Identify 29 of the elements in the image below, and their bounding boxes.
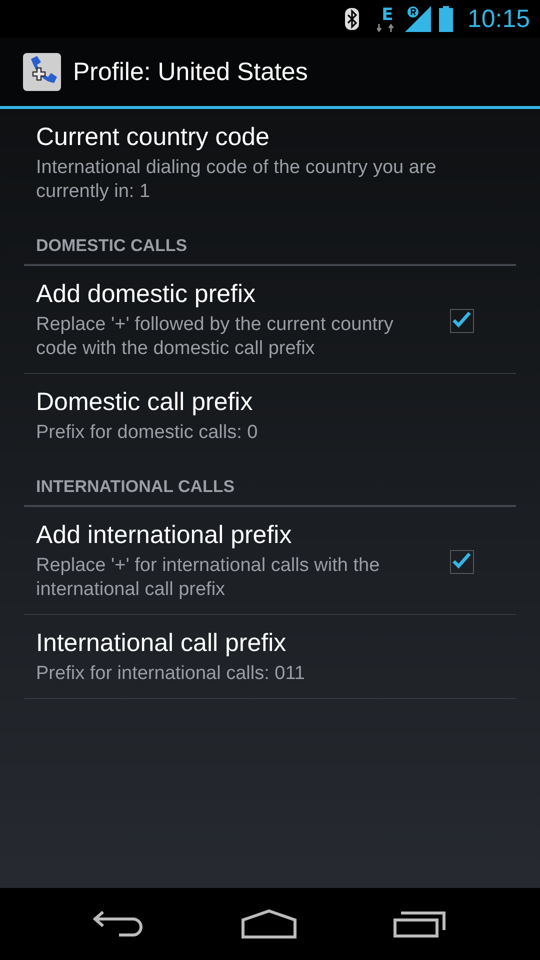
preference-row[interactable]: Add domestic prefix Replace '+' followed by the current country code with the domestic call prefix <box>24 266 516 374</box>
preference-title: Add domestic prefix <box>36 280 257 309</box>
screen-title: Profile: United States <box>73 58 308 86</box>
preference-row[interactable]: Current country code International dialing code of the country you are currently in: 1 <box>24 109 516 216</box>
preference-row[interactable]: Domestic call prefix Prefix for domestic calls: 0 <box>24 374 516 457</box>
preference-title: International call prefix <box>36 629 288 658</box>
preference-summary: Prefix for international calls: 011 <box>36 662 306 686</box>
home-icon[interactable] <box>241 909 297 939</box>
signal-icon <box>405 6 432 32</box>
battery-icon <box>439 6 454 32</box>
checkbox[interactable] <box>450 308 474 332</box>
phone-plus-icon <box>23 53 61 91</box>
preference-title: Domestic call prefix <box>36 388 254 417</box>
back-icon[interactable] <box>93 910 145 938</box>
preference-title: Add international prefix <box>36 521 293 550</box>
category-header: INTERNATIONAL CALLS <box>24 457 516 507</box>
preference-summary: International dialing code of the country you are currently in: 1 <box>36 156 438 204</box>
clock: 10:15 <box>467 4 530 34</box>
preference-summary: Replace '+' for international calls with the international call prefix <box>36 554 381 602</box>
checkbox[interactable] <box>450 550 474 574</box>
recent-apps-icon[interactable] <box>393 910 447 938</box>
network-type: E <box>382 6 394 24</box>
preference-row[interactable]: Add international prefix Replace '+' for international calls with the international call prefix <box>24 507 516 615</box>
preference-summary: Prefix for domestic calls: 0 <box>36 421 259 445</box>
preference-title: Current country code <box>36 123 270 152</box>
category-header: DOMESTIC CALLS <box>24 216 516 266</box>
preference-summary: Replace '+' followed by the current country code with the domestic call prefix <box>36 313 394 361</box>
bluetooth-icon <box>345 8 360 30</box>
preference-row[interactable]: International call prefix Prefix for international calls: 011 <box>24 615 516 699</box>
